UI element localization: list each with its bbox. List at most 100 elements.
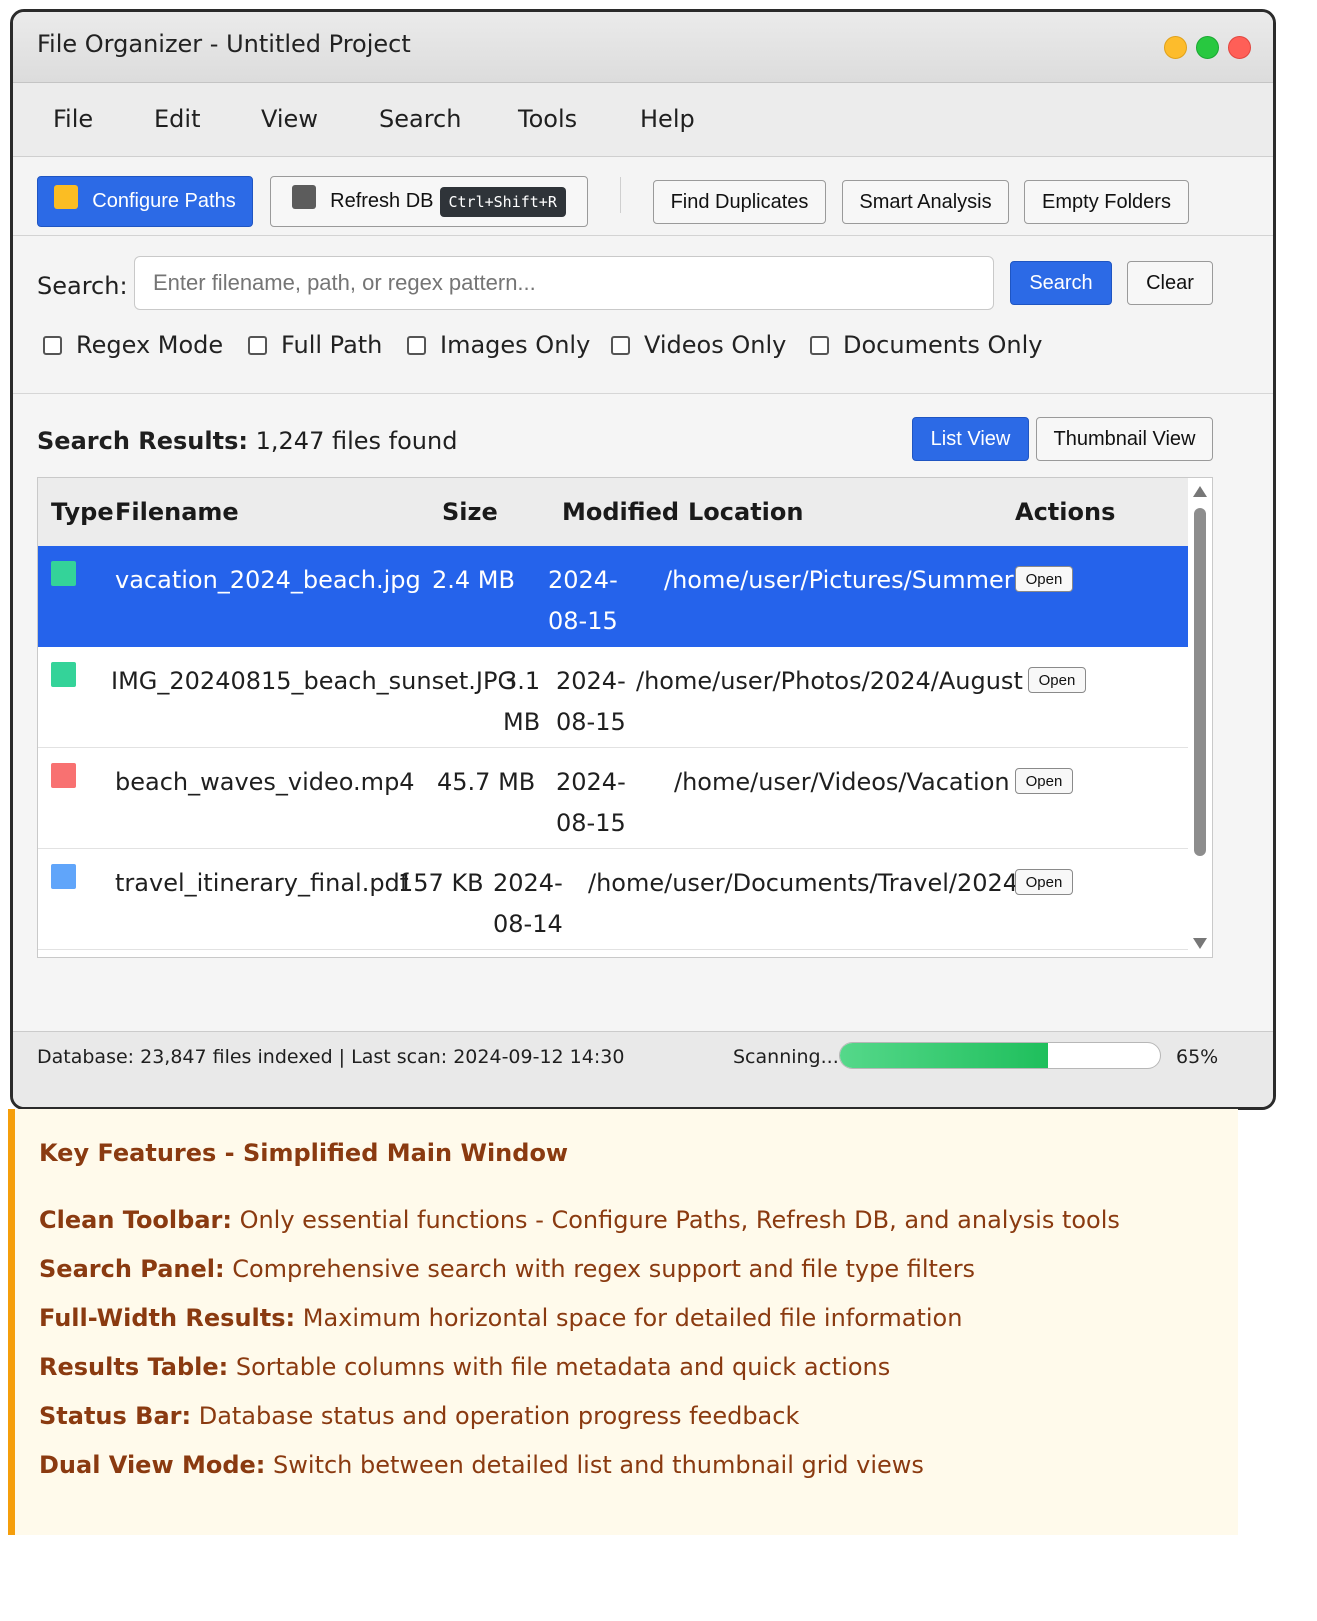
filter-videos-only[interactable]: Videos Only [611, 331, 786, 359]
feature-text: Only essential functions - Configure Pat… [231, 1206, 1120, 1234]
feature-key: Status Bar: [39, 1402, 192, 1430]
feature-item: Dual View Mode: Switch between detailed … [39, 1451, 924, 1479]
thumbnail-view-button[interactable]: Thumbnail View [1036, 417, 1213, 461]
feature-text: Maximum horizontal space for detailed fi… [295, 1304, 963, 1332]
progress-fill [840, 1043, 1048, 1068]
list-view-button[interactable]: List View [912, 417, 1029, 461]
feature-item: Results Table: Sortable columns with fil… [39, 1353, 890, 1381]
column-header-size[interactable]: Size [442, 498, 498, 526]
cell-size: 2.4 MB [432, 566, 515, 594]
column-header-actions[interactable]: Actions [1015, 498, 1115, 526]
checkbox[interactable] [407, 335, 426, 355]
database-icon [292, 184, 317, 209]
modified-date-part: 08-15 [548, 607, 618, 635]
results-panel: Search Results: 1,247 files found List V… [13, 394, 1273, 1032]
table-row[interactable]: beach_waves_video.mp4 45.7 MB 2024- 08-15… [38, 748, 1188, 849]
search-input[interactable] [134, 256, 994, 310]
empty-folders-button[interactable]: Empty Folders [1024, 180, 1189, 224]
feature-item: Full-Width Results: Maximum horizontal s… [39, 1304, 962, 1332]
open-button[interactable]: Open [1015, 768, 1073, 794]
features-heading: Key Features - Simplified Main Window [39, 1139, 569, 1167]
open-button[interactable]: Open [1015, 566, 1073, 592]
cell-filename: beach_waves_video.mp4 [115, 768, 415, 796]
refresh-db-button[interactable]: Refresh DB Ctrl+Shift+R [270, 176, 588, 227]
table-row[interactable]: travel_itinerary_final.pdf 157 KB 2024- 0… [38, 849, 1188, 950]
cell-filename: travel_itinerary_final.pdf [115, 869, 409, 897]
refresh-db-label: Refresh DB [330, 190, 434, 212]
scroll-down-icon[interactable] [1193, 938, 1207, 949]
modified-date-part: 2024- [493, 869, 563, 897]
modified-date-part: 2024- [548, 566, 618, 594]
app-window: File Organizer - Untitled Project File E… [10, 9, 1276, 1110]
modified-date-part: 08-15 [556, 708, 626, 736]
refresh-shortcut: Ctrl+Shift+R [439, 186, 566, 217]
table-row[interactable]: vacation_2024_beach.jpg 2.4 MB 2024- 08-1… [38, 546, 1188, 647]
results-table: Type Filename Size Modified Location Act… [37, 477, 1213, 958]
cell-modified: 2024- 08-15 [556, 762, 626, 844]
close-button[interactable] [1228, 36, 1251, 59]
menu-edit[interactable]: Edit [154, 105, 200, 133]
column-header-location[interactable]: Location [688, 498, 803, 526]
results-heading: Search Results: 1,247 files found [37, 427, 457, 455]
feature-text: Sortable columns with file metadata and … [228, 1353, 891, 1381]
column-header-type[interactable]: Type [51, 498, 114, 526]
feature-item: Search Panel: Comprehensive search with … [39, 1255, 975, 1283]
menu-search[interactable]: Search [379, 105, 461, 133]
scroll-thumb[interactable] [1194, 508, 1206, 856]
search-panel: Search: Search Clear Regex Mode Full Pat… [13, 236, 1273, 394]
open-button[interactable]: Open [1028, 667, 1086, 693]
column-header-modified[interactable]: Modified [562, 498, 679, 526]
column-header-filename[interactable]: Filename [115, 498, 239, 526]
status-bar: Database: 23,847 files indexed | Last sc… [13, 1031, 1273, 1107]
menu-tools[interactable]: Tools [518, 105, 577, 133]
checkbox[interactable] [611, 335, 630, 355]
find-duplicates-button[interactable]: Find Duplicates [653, 180, 826, 224]
cell-modified: 2024- 08-15 [548, 560, 618, 642]
configure-paths-button[interactable]: Configure Paths [37, 176, 253, 227]
minimize-button[interactable] [1164, 36, 1187, 59]
checkbox[interactable] [248, 335, 267, 355]
clear-button[interactable]: Clear [1127, 261, 1213, 305]
cell-location: /home/user/Pictures/Summer [664, 566, 1014, 594]
feature-key: Results Table: [39, 1353, 229, 1381]
search-label: Search: [37, 272, 128, 300]
image-file-icon [51, 561, 76, 586]
checkbox[interactable] [810, 335, 829, 355]
filter-label: Regex Mode [76, 331, 224, 359]
filter-images-only[interactable]: Images Only [407, 331, 590, 359]
modified-date-part: 08-14 [493, 910, 563, 938]
vertical-scrollbar[interactable] [1188, 478, 1212, 957]
filter-regex-mode[interactable]: Regex Mode [43, 331, 223, 359]
filter-full-path[interactable]: Full Path [248, 331, 382, 359]
features-panel: Key Features - Simplified Main Window Cl… [8, 1109, 1238, 1535]
menu-help[interactable]: Help [640, 105, 695, 133]
feature-text: Comprehensive search with regex support … [224, 1255, 976, 1283]
table-row[interactable]: IMG_20240815_beach_sunset.JPG 3.1 MB 2024… [38, 647, 1188, 748]
menu-view[interactable]: View [261, 105, 318, 133]
scan-progress-bar [839, 1042, 1161, 1069]
filter-documents-only[interactable]: Documents Only [810, 331, 1042, 359]
cell-modified: 2024- 08-14 [493, 863, 563, 945]
cell-location: /home/user/Photos/2024/August [636, 667, 1023, 695]
table-header: Type Filename Size Modified Location Act… [38, 478, 1188, 547]
title-bar[interactable]: File Organizer - Untitled Project [13, 12, 1273, 83]
size-part: MB [503, 708, 541, 736]
smart-analysis-button[interactable]: Smart Analysis [842, 180, 1009, 224]
menu-file[interactable]: File [53, 105, 93, 133]
window-title: File Organizer - Untitled Project [37, 30, 411, 58]
feature-key: Search Panel: [39, 1255, 225, 1283]
search-button[interactable]: Search [1010, 261, 1112, 305]
maximize-button[interactable] [1196, 36, 1219, 59]
cell-size: 45.7 MB [437, 768, 536, 796]
checkbox[interactable] [43, 335, 62, 355]
cell-filename: vacation_2024_beach.jpg [115, 566, 421, 594]
cell-size: 157 KB [398, 869, 484, 897]
results-title: Search Results: [37, 427, 248, 455]
feature-item: Clean Toolbar: Only essential functions … [39, 1206, 1120, 1234]
folder-icon [54, 184, 79, 209]
feature-key: Full-Width Results: [39, 1304, 296, 1332]
toolbar-separator [620, 177, 621, 213]
menu-bar: File Edit View Search Tools Help [13, 83, 1273, 157]
scroll-up-icon[interactable] [1193, 486, 1207, 497]
open-button[interactable]: Open [1015, 869, 1073, 895]
